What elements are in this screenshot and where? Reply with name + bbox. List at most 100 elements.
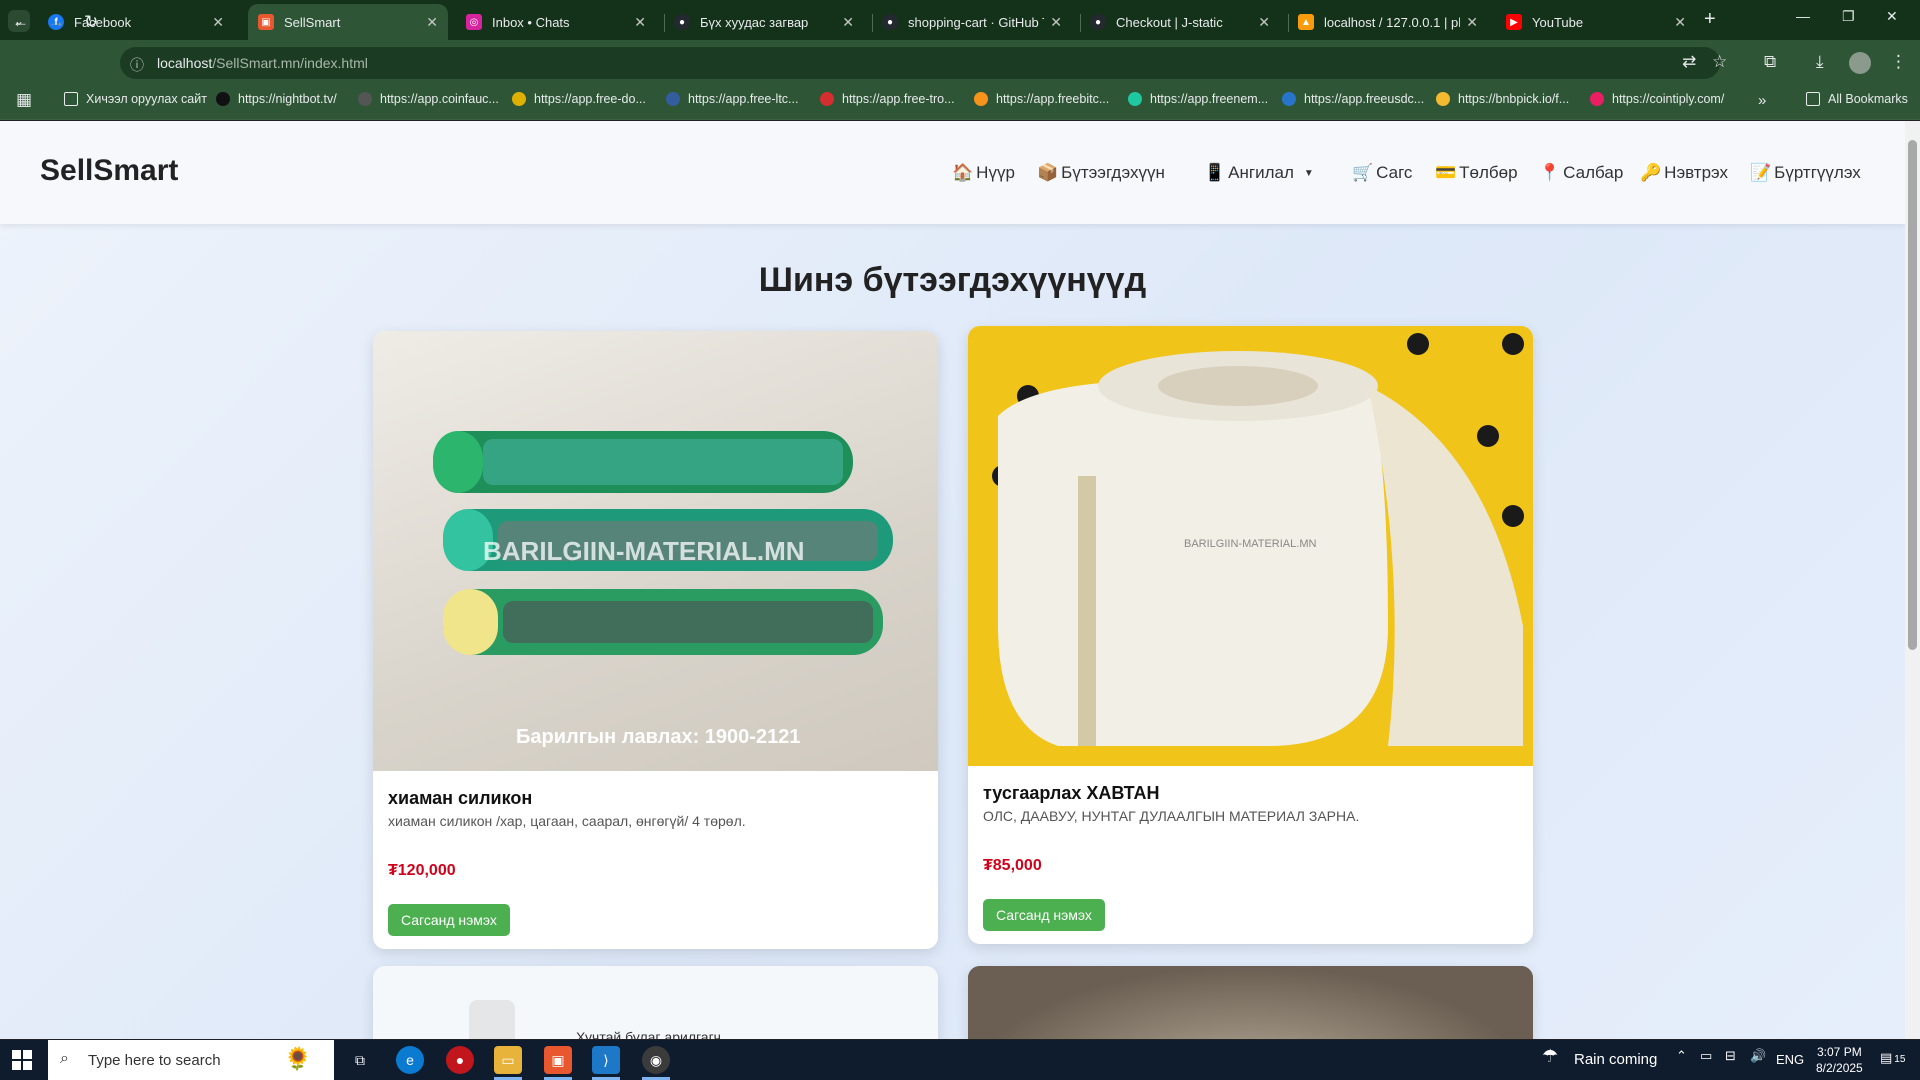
extensions-icon[interactable]: ⧉ [1764,52,1776,72]
home-icon: 🏠 [952,163,974,182]
page-viewport: SellSmart 🏠 Нүүр 📦 Бүтээгдэхүүн 📱 Ангилал ▼ … [0,121,1905,1039]
nav-payment[interactable]: 💳 Төлбөр [1435,163,1518,183]
bookmark-favicon [216,92,230,106]
forward-button[interactable]: → [48,12,65,32]
more-bookmarks-chevron-icon[interactable]: » [1758,92,1766,109]
product-image: BARILGIIN-MATERIAL.MN Барилгын лавлах: 1… [373,331,938,771]
phone-icon: 📱 [1204,163,1226,182]
tab-sellsmart[interactable]: ▣ SellSmart ✕ [248,4,448,40]
scrollbar-thumb[interactable] [1908,140,1917,650]
recorder-app-icon[interactable]: ● [446,1046,474,1074]
apps-grid-icon[interactable]: ▦ [16,90,32,110]
bookmark-item[interactable]: https://nightbot.tv/ [216,92,337,106]
address-url[interactable]: localhost/SellSmart.mn/index.html [157,55,368,71]
bookmark-star-icon[interactable]: ☆ [1712,52,1727,72]
search-icon: ⌕ [60,1050,69,1067]
product-price: ₮120,000 [388,862,456,879]
product-image: BARILGIIN-MATERIAL.MN [968,326,1533,766]
all-bookmarks-button[interactable]: All Bookmarks [1806,92,1908,106]
tab-shopping-cart-github[interactable]: ● shopping-cart · GitHub To ✕ [872,4,1072,40]
close-tab-icon[interactable]: ✕ [842,14,854,31]
downloads-icon[interactable]: ⤓ [1816,52,1824,72]
nav-home[interactable]: 🏠 Нүүр [952,163,1015,183]
reload-button[interactable]: ↻ [84,12,98,32]
close-tab-icon[interactable]: ✕ [212,14,224,31]
nav-cart[interactable]: 🛒 Сагс [1352,163,1412,183]
taskbar-search-input[interactable]: ⌕ Type here to search 🌻 [48,1040,334,1080]
bookmark-item[interactable]: https://bnbpick.io/f... [1436,92,1569,106]
product-card: Хучтай булаг арилгагч [373,966,938,1039]
volume-icon[interactable]: 🔊 [1750,1048,1766,1064]
edge-icon[interactable]: e [396,1046,424,1074]
taskbar-clock[interactable]: 3:07 PM 8/2/2025 [1816,1044,1863,1076]
profile-avatar[interactable] [1849,52,1871,74]
key-icon: 🔑 [1640,163,1662,182]
tab-checkout[interactable]: ● Checkout | J-static ✕ [1080,4,1280,40]
product-image [968,966,1533,1039]
close-tab-icon[interactable]: ✕ [1674,14,1686,31]
sunflower-icon: 🌻 [284,1046,312,1071]
close-tab-icon[interactable]: ✕ [1258,14,1270,31]
nav-login[interactable]: 🔑 Нэвтрэх [1640,163,1728,183]
site-info-icon[interactable]: ⓘ [130,55,144,75]
close-tab-icon[interactable]: ✕ [1050,14,1062,31]
windows-start-icon[interactable] [12,1050,32,1075]
umbrella-weather-icon[interactable]: ☂ [1542,1046,1558,1067]
new-tab-button[interactable]: + [1704,8,1716,31]
close-window-button[interactable]: ✕ [1886,8,1898,25]
nav-branch[interactable]: 📍 Салбар [1539,163,1623,183]
task-view-icon[interactable]: ⧉ [346,1046,374,1074]
back-button[interactable]: ← [12,12,29,32]
image-watermark: BARILGIIN-MATERIAL.MN [1184,538,1317,550]
bookmark-item[interactable]: https://app.freenem... [1128,92,1268,106]
network-icon[interactable]: ⊟ [1725,1048,1736,1064]
bookmark-item[interactable]: https://app.free-do... [512,92,646,106]
nav-products[interactable]: 📦 Бүтээгдэхүүн [1037,163,1165,183]
add-to-cart-button[interactable]: Сагсанд нэмэх [388,904,510,936]
product-description: ОЛС, ДААВУУ, НУНТАГ ДУЛААЛГЫН МАТЕРИАЛ З… [983,808,1360,824]
bookmark-item[interactable]: https://app.free-ltc... [666,92,798,106]
bookmark-item[interactable]: https://app.coinfauc... [358,92,499,106]
site-logo[interactable]: SellSmart [40,154,178,188]
tab-youtube[interactable]: ▶ YouTube ✕ [1496,4,1696,40]
bookmark-item[interactable]: https://app.freeusdc... [1282,92,1424,106]
close-tab-icon[interactable]: ✕ [426,14,438,31]
monitor-icon[interactable]: ▭ [1700,1048,1712,1064]
close-tab-icon[interactable]: ✕ [634,14,646,31]
vscode-icon[interactable]: ⟩ [592,1046,620,1074]
nav-category-dropdown[interactable]: 📱 Ангилал ▼ [1204,163,1314,183]
weather-text[interactable]: Rain coming [1574,1051,1657,1068]
close-tab-icon[interactable]: ✕ [1466,14,1478,31]
product-card: BARILGIIN-MATERIAL.MN Барилгын лавлах: 1… [373,331,938,949]
chevron-up-icon[interactable]: ⌃ [1676,1048,1687,1064]
image-watermark: BARILGIIN-MATERIAL.MN [483,536,805,566]
add-to-cart-button[interactable]: Сагсанд нэмэх [983,899,1105,931]
file-explorer-icon[interactable]: ▭ [494,1046,522,1074]
minimize-button[interactable]: — [1796,8,1810,24]
bookmark-folder-lessons[interactable]: Хичээл оруулах сайт [64,92,207,106]
site-header: SellSmart 🏠 Нүүр 📦 Бүтээгдэхүүн 📱 Ангилал ▼ … [0,121,1905,224]
chrome-icon[interactable]: ◉ [642,1046,670,1074]
product-name: хиаман силикон [388,788,533,808]
location-pin-icon: 📍 [1539,163,1561,182]
tab-phpmyadmin[interactable]: ▲ localhost / 127.0.0.1 | php ✕ [1288,4,1488,40]
restore-button[interactable]: ❐ [1842,8,1855,25]
bookmark-item[interactable]: https://app.free-tro... [820,92,955,106]
translate-icon[interactable]: ⇄ [1682,52,1696,72]
section-title: Шинэ бүтээгдэхүүнүүд [758,261,1147,299]
bookmark-item[interactable]: https://app.freebitc... [974,92,1109,106]
notification-icon[interactable]: ▤ 15 [1880,1050,1905,1066]
nav-register[interactable]: 📝 Бүртгүүлэх [1750,163,1861,183]
bookmark-item[interactable]: https://cointiply.com/ [1590,92,1724,106]
youtube-icon: ▶ [1506,14,1522,30]
tab-facebook[interactable]: f Facebook ✕ [38,4,234,40]
language-indicator[interactable]: ENG [1776,1052,1804,1067]
folder-icon [1806,92,1820,106]
product-card [968,966,1533,1039]
xampp-icon[interactable]: ▣ [544,1046,572,1074]
sellsmart-favicon: ▣ [258,14,274,30]
bookmark-favicon [358,92,372,106]
tab-templates[interactable]: ● Бүх хуудас загвар ✕ [664,4,864,40]
menu-kebab-icon[interactable]: ⋮ [1890,52,1907,72]
tab-instagram[interactable]: ◎ Inbox • Chats ✕ [456,4,656,40]
